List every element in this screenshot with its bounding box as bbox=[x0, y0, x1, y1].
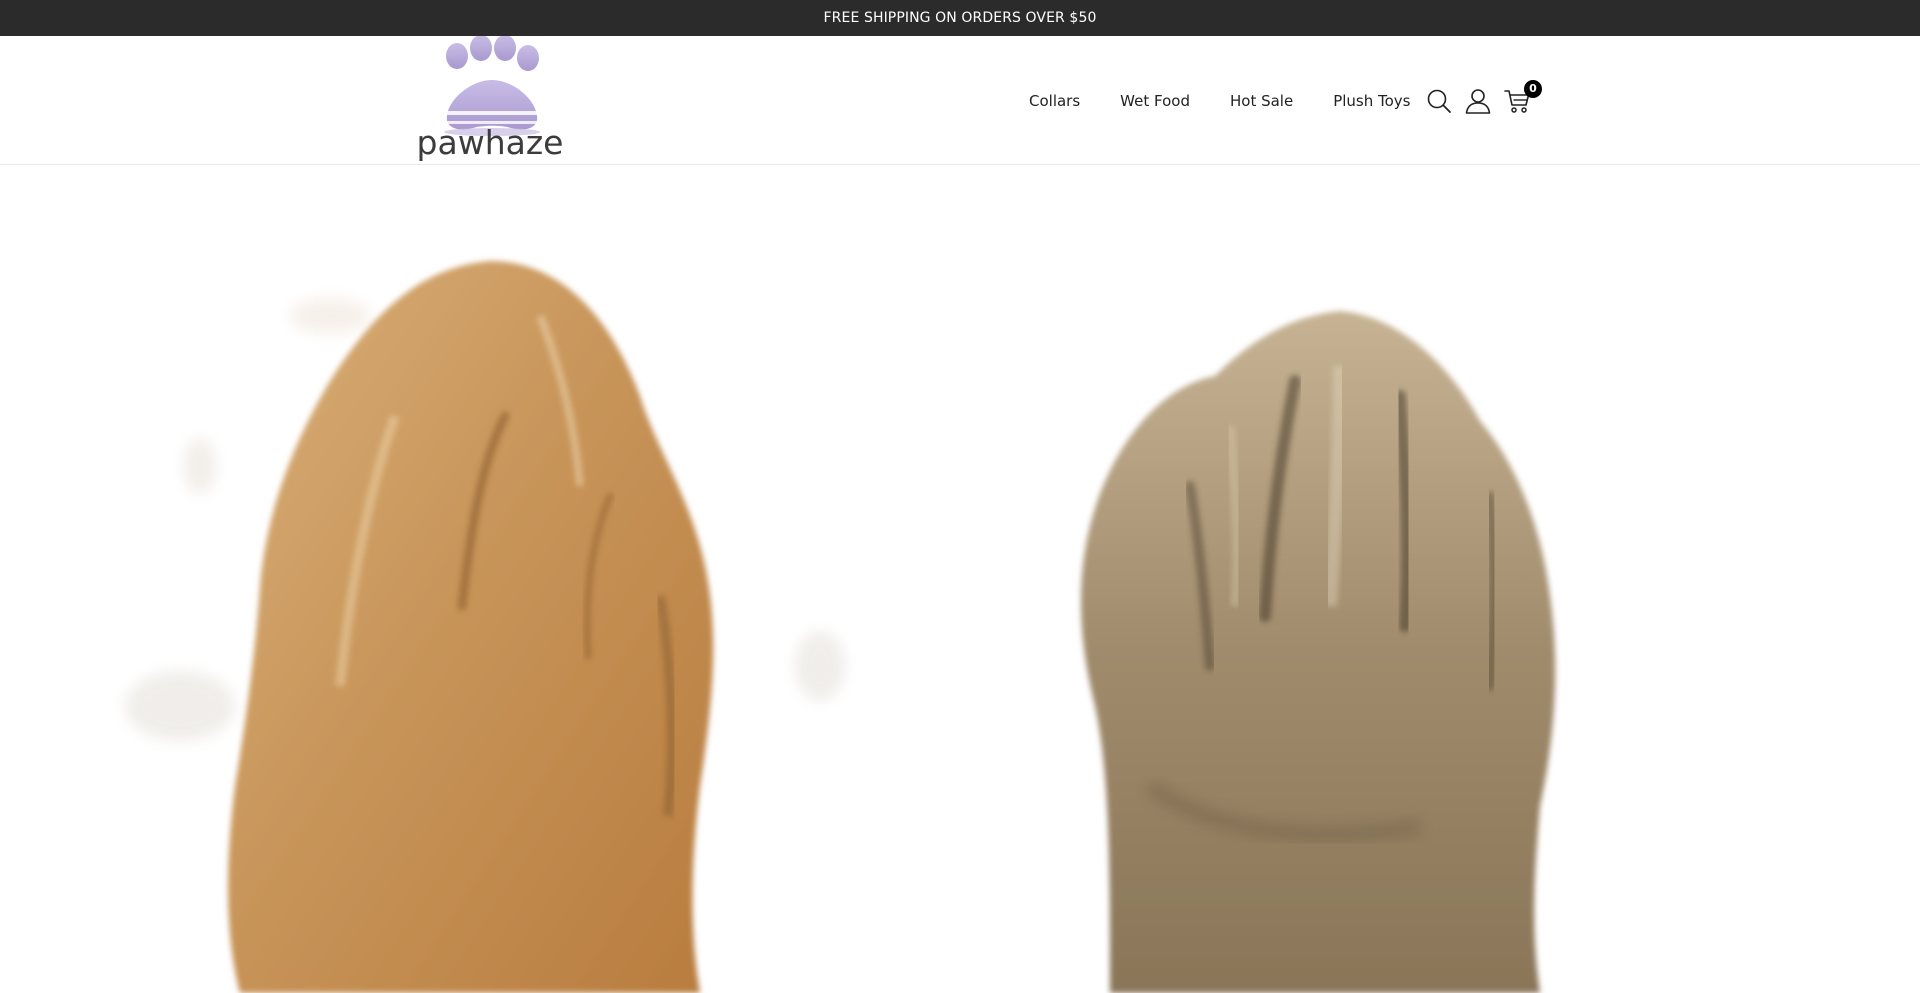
brand-name: pawhaze bbox=[417, 123, 564, 162]
site-header: pawhaze Collars Wet Food Hot Sale Plush … bbox=[0, 36, 1920, 165]
search-icon bbox=[1427, 89, 1451, 113]
user-icon bbox=[1465, 88, 1491, 114]
paw-print-icon: pawhaze bbox=[417, 36, 564, 162]
main-nav: Collars Wet Food Hot Sale Plush Toys bbox=[1000, 36, 1451, 165]
announcement-text: FREE SHIPPING ON ORDERS OVER $50 bbox=[823, 10, 1097, 26]
nav-item-wet-food[interactable]: Wet Food bbox=[1120, 92, 1190, 110]
right-paw bbox=[1080, 311, 1556, 993]
search-button[interactable] bbox=[1424, 86, 1454, 116]
hero-paws-image bbox=[125, 261, 1556, 993]
nav-item-collars[interactable]: Collars bbox=[1029, 92, 1080, 110]
brand-logo[interactable]: pawhaze bbox=[377, 36, 603, 165]
announcement-bar: FREE SHIPPING ON ORDERS OVER $50 bbox=[0, 0, 1920, 36]
cart-button[interactable]: 0 bbox=[1502, 79, 1542, 116]
left-paw bbox=[228, 261, 714, 993]
hero-banner[interactable] bbox=[0, 166, 1920, 993]
nav-item-plush-toys[interactable]: Plush Toys bbox=[1333, 92, 1410, 110]
account-button[interactable] bbox=[1463, 86, 1493, 116]
header-icons: 0 bbox=[1424, 36, 1542, 165]
nav-item-hot-sale[interactable]: Hot Sale bbox=[1230, 92, 1293, 110]
cart-count-badge: 0 bbox=[1524, 79, 1542, 98]
